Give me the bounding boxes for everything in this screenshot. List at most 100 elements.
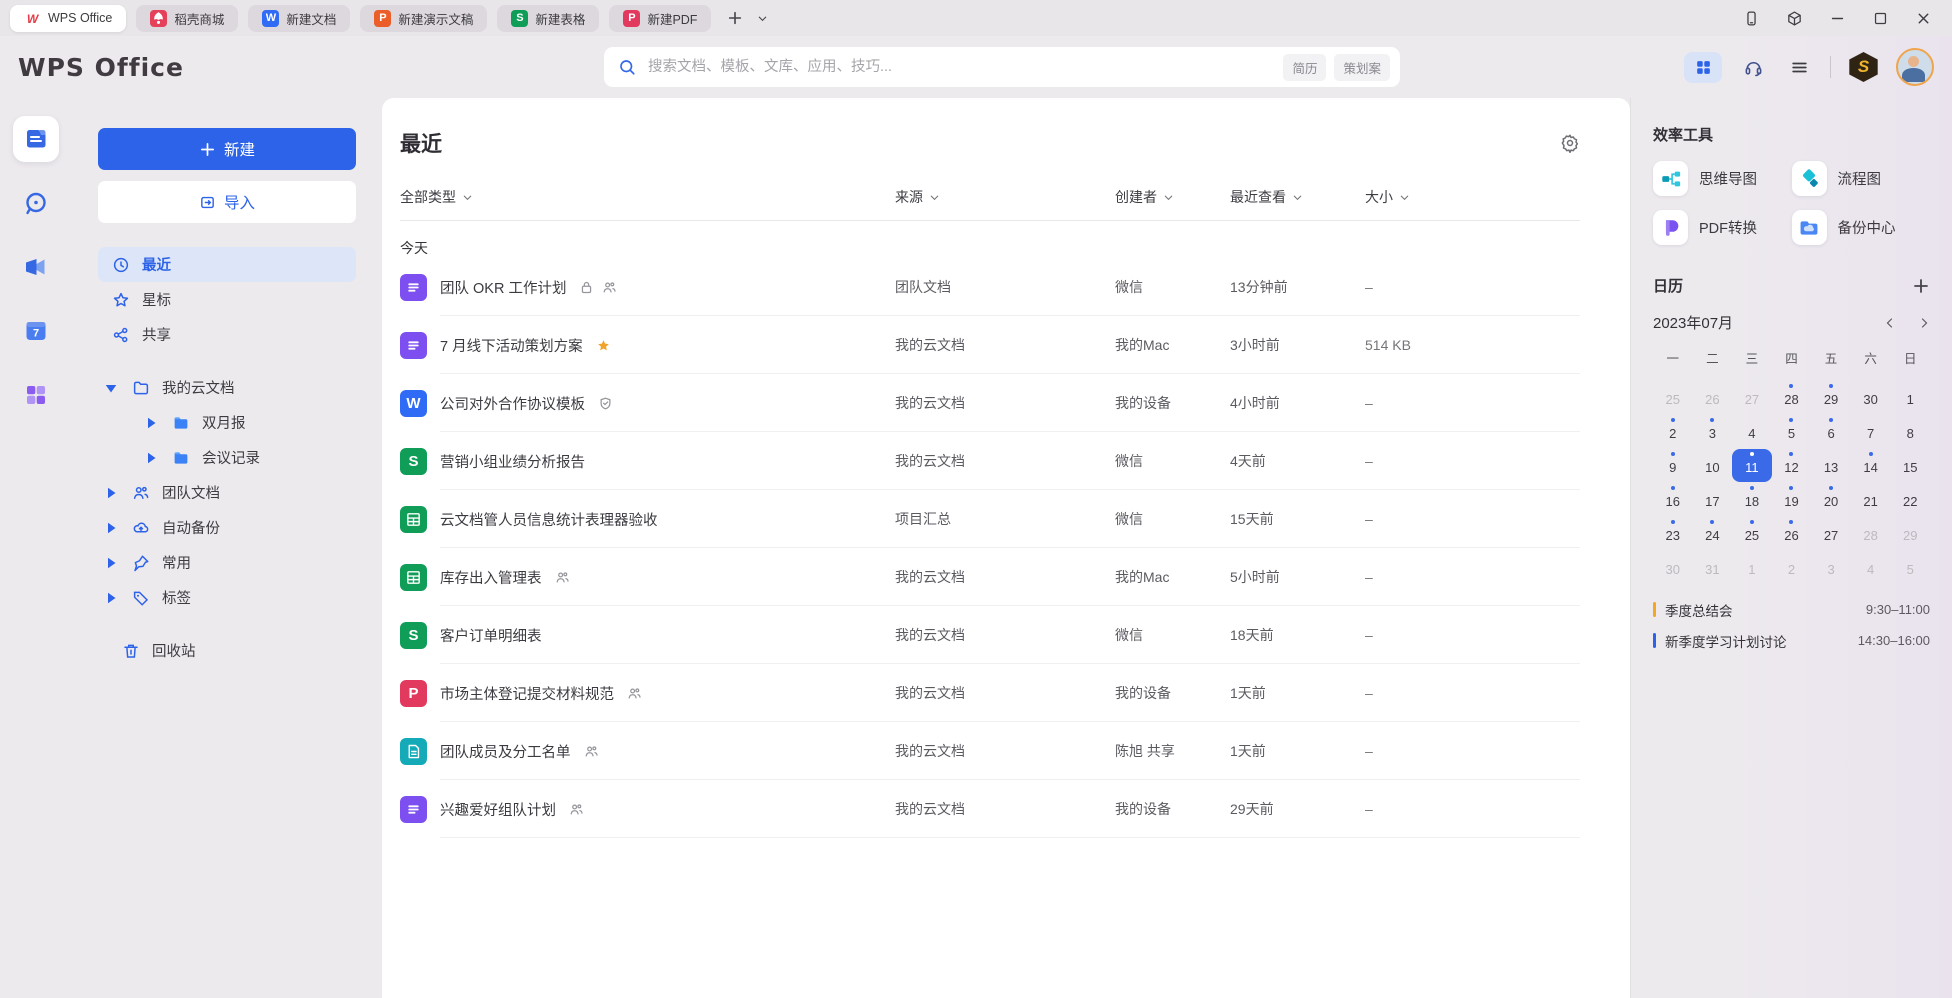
apps-grid-button[interactable]	[1684, 52, 1722, 83]
rail-item-calendar[interactable]: 7	[13, 308, 59, 354]
minimize-button[interactable]	[1829, 10, 1846, 27]
caret-right-icon[interactable]	[102, 484, 120, 502]
calendar-day[interactable]: 20	[1811, 483, 1851, 516]
sidebar-item-trash[interactable]: 回收站	[72, 633, 382, 668]
calendar-day[interactable]: 3	[1693, 415, 1733, 448]
tab-1[interactable]: 稻壳商城	[136, 5, 238, 32]
tool-backup[interactable]: 备份中心	[1792, 210, 1931, 245]
tool-pdfconv[interactable]: PDF转换	[1653, 210, 1792, 245]
tab-wps-office[interactable]: WWPS Office	[10, 5, 126, 32]
calendar-day[interactable]: 18	[1732, 483, 1772, 516]
new-tab-button[interactable]	[727, 10, 743, 26]
tree-item-4[interactable]: 自动备份	[72, 510, 382, 545]
table-row[interactable]: 团队成员及分工名单我的云文档陈旭 共享1天前–	[400, 722, 1580, 780]
vip-badge[interactable]: S	[1847, 52, 1880, 82]
tree-item-2[interactable]: 会议记录	[72, 440, 382, 475]
calendar-day[interactable]: 12	[1772, 449, 1812, 482]
tree-item-1[interactable]: 双月报	[72, 405, 382, 440]
calendar-day[interactable]: 7	[1851, 415, 1891, 448]
package-button[interactable]	[1786, 10, 1803, 27]
calendar-day[interactable]: 23	[1653, 517, 1693, 550]
filter-3[interactable]: 最近查看	[1230, 187, 1365, 207]
caret-right-icon[interactable]	[142, 414, 160, 432]
close-button[interactable]	[1915, 10, 1932, 27]
calendar-add-icon[interactable]	[1912, 277, 1930, 295]
calendar-day[interactable]: 6	[1811, 415, 1851, 448]
calendar-day[interactable]: 5	[1772, 415, 1812, 448]
calendar-event[interactable]: 季度总结会9:30–11:00	[1653, 594, 1930, 625]
filter-2[interactable]: 创建者	[1115, 187, 1230, 207]
caret-down-icon[interactable]	[102, 379, 120, 397]
rail-item-apps[interactable]	[13, 372, 59, 418]
calendar-day[interactable]: 13	[1811, 449, 1851, 482]
calendar-day[interactable]: 31	[1693, 551, 1733, 584]
calendar-day[interactable]: 22	[1890, 483, 1930, 516]
tree-item-0[interactable]: 我的云文档	[72, 370, 382, 405]
search-input[interactable]	[646, 58, 1283, 76]
calendar-day[interactable]: 2	[1653, 415, 1693, 448]
caret-right-icon[interactable]	[102, 589, 120, 607]
table-row[interactable]: S客户订单明细表我的云文档微信18天前–	[400, 606, 1580, 664]
rail-item-messages[interactable]	[13, 180, 59, 226]
calendar-day[interactable]: 1	[1890, 381, 1930, 414]
tab-3[interactable]: P新建演示文稿	[360, 5, 487, 32]
filter-1[interactable]: 来源	[895, 187, 1115, 207]
calendar-day[interactable]: 25	[1653, 381, 1693, 414]
calendar-day[interactable]: 3	[1811, 551, 1851, 584]
calendar-day[interactable]: 15	[1890, 449, 1930, 482]
table-row[interactable]: 兴趣爱好组队计划我的云文档我的设备29天前–	[400, 780, 1580, 838]
calendar-day[interactable]: 30	[1653, 551, 1693, 584]
calendar-day[interactable]: 28	[1851, 517, 1891, 550]
table-row[interactable]: S营销小组业绩分析报告我的云文档微信4天前–	[400, 432, 1580, 490]
import-button[interactable]: 导入	[98, 181, 356, 223]
calendar-day[interactable]: 10	[1693, 449, 1733, 482]
device-button[interactable]	[1743, 10, 1760, 27]
calendar-day[interactable]: 19	[1772, 483, 1812, 516]
tool-flowchart[interactable]: 流程图	[1792, 161, 1931, 196]
calendar-day[interactable]: 2	[1772, 551, 1812, 584]
support-button[interactable]	[1738, 52, 1768, 82]
table-row[interactable]: 库存出入管理表我的云文档我的Mac5小时前–	[400, 548, 1580, 606]
calendar-next-icon[interactable]	[1918, 317, 1930, 329]
calendar-day[interactable]: 5	[1890, 551, 1930, 584]
calendar-day[interactable]: 28	[1772, 381, 1812, 414]
table-row[interactable]: 云文档管人员信息统计表理器验收项目汇总微信15天前–	[400, 490, 1580, 548]
tree-item-6[interactable]: 标签	[72, 580, 382, 615]
sidebar-item-star[interactable]: 星标	[98, 282, 356, 317]
calendar-day[interactable]: 29	[1811, 381, 1851, 414]
table-row[interactable]: 7 月线下活动策划方案我的云文档我的Mac3小时前514 KB	[400, 316, 1580, 374]
table-row[interactable]: P市场主体登记提交材料规范我的云文档我的设备1天前–	[400, 664, 1580, 722]
maximize-button[interactable]	[1872, 10, 1889, 27]
rail-item-documents[interactable]	[13, 116, 59, 162]
calendar-day[interactable]: 27	[1732, 381, 1772, 414]
filter-0[interactable]: 全部类型	[400, 187, 895, 207]
avatar[interactable]	[1896, 48, 1934, 86]
sidebar-item-clock[interactable]: 最近	[98, 247, 356, 282]
calendar-event[interactable]: 新季度学习计划讨论14:30–16:00	[1653, 625, 1930, 656]
calendar-day-selected[interactable]: 11	[1732, 449, 1772, 482]
calendar-day[interactable]: 24	[1693, 517, 1733, 550]
calendar-day[interactable]: 29	[1890, 517, 1930, 550]
table-row[interactable]: 团队 OKR 工作计划团队文档微信13分钟前–	[400, 258, 1580, 316]
rail-item-meetings[interactable]	[13, 244, 59, 290]
calendar-day[interactable]: 21	[1851, 483, 1891, 516]
calendar-day[interactable]: 26	[1772, 517, 1812, 550]
new-button[interactable]: 新建	[98, 128, 356, 170]
tab-4[interactable]: S新建表格	[497, 5, 599, 32]
calendar-day[interactable]: 26	[1693, 381, 1733, 414]
calendar-day[interactable]: 4	[1851, 551, 1891, 584]
calendar-day[interactable]: 17	[1693, 483, 1733, 516]
filter-4[interactable]: 大小	[1365, 187, 1580, 207]
tree-item-5[interactable]: 常用	[72, 545, 382, 580]
calendar-day[interactable]: 8	[1890, 415, 1930, 448]
tab-5[interactable]: P新建PDF	[609, 5, 711, 32]
caret-right-icon[interactable]	[102, 519, 120, 537]
calendar-day[interactable]: 27	[1811, 517, 1851, 550]
tool-mindmap[interactable]: 思维导图	[1653, 161, 1792, 196]
search-bar[interactable]: 简历策划案	[604, 47, 1400, 87]
tab-list-dropdown[interactable]	[757, 13, 768, 24]
calendar-day[interactable]: 1	[1732, 551, 1772, 584]
calendar-day[interactable]: 25	[1732, 517, 1772, 550]
caret-right-icon[interactable]	[142, 449, 160, 467]
calendar-prev-icon[interactable]	[1884, 317, 1896, 329]
